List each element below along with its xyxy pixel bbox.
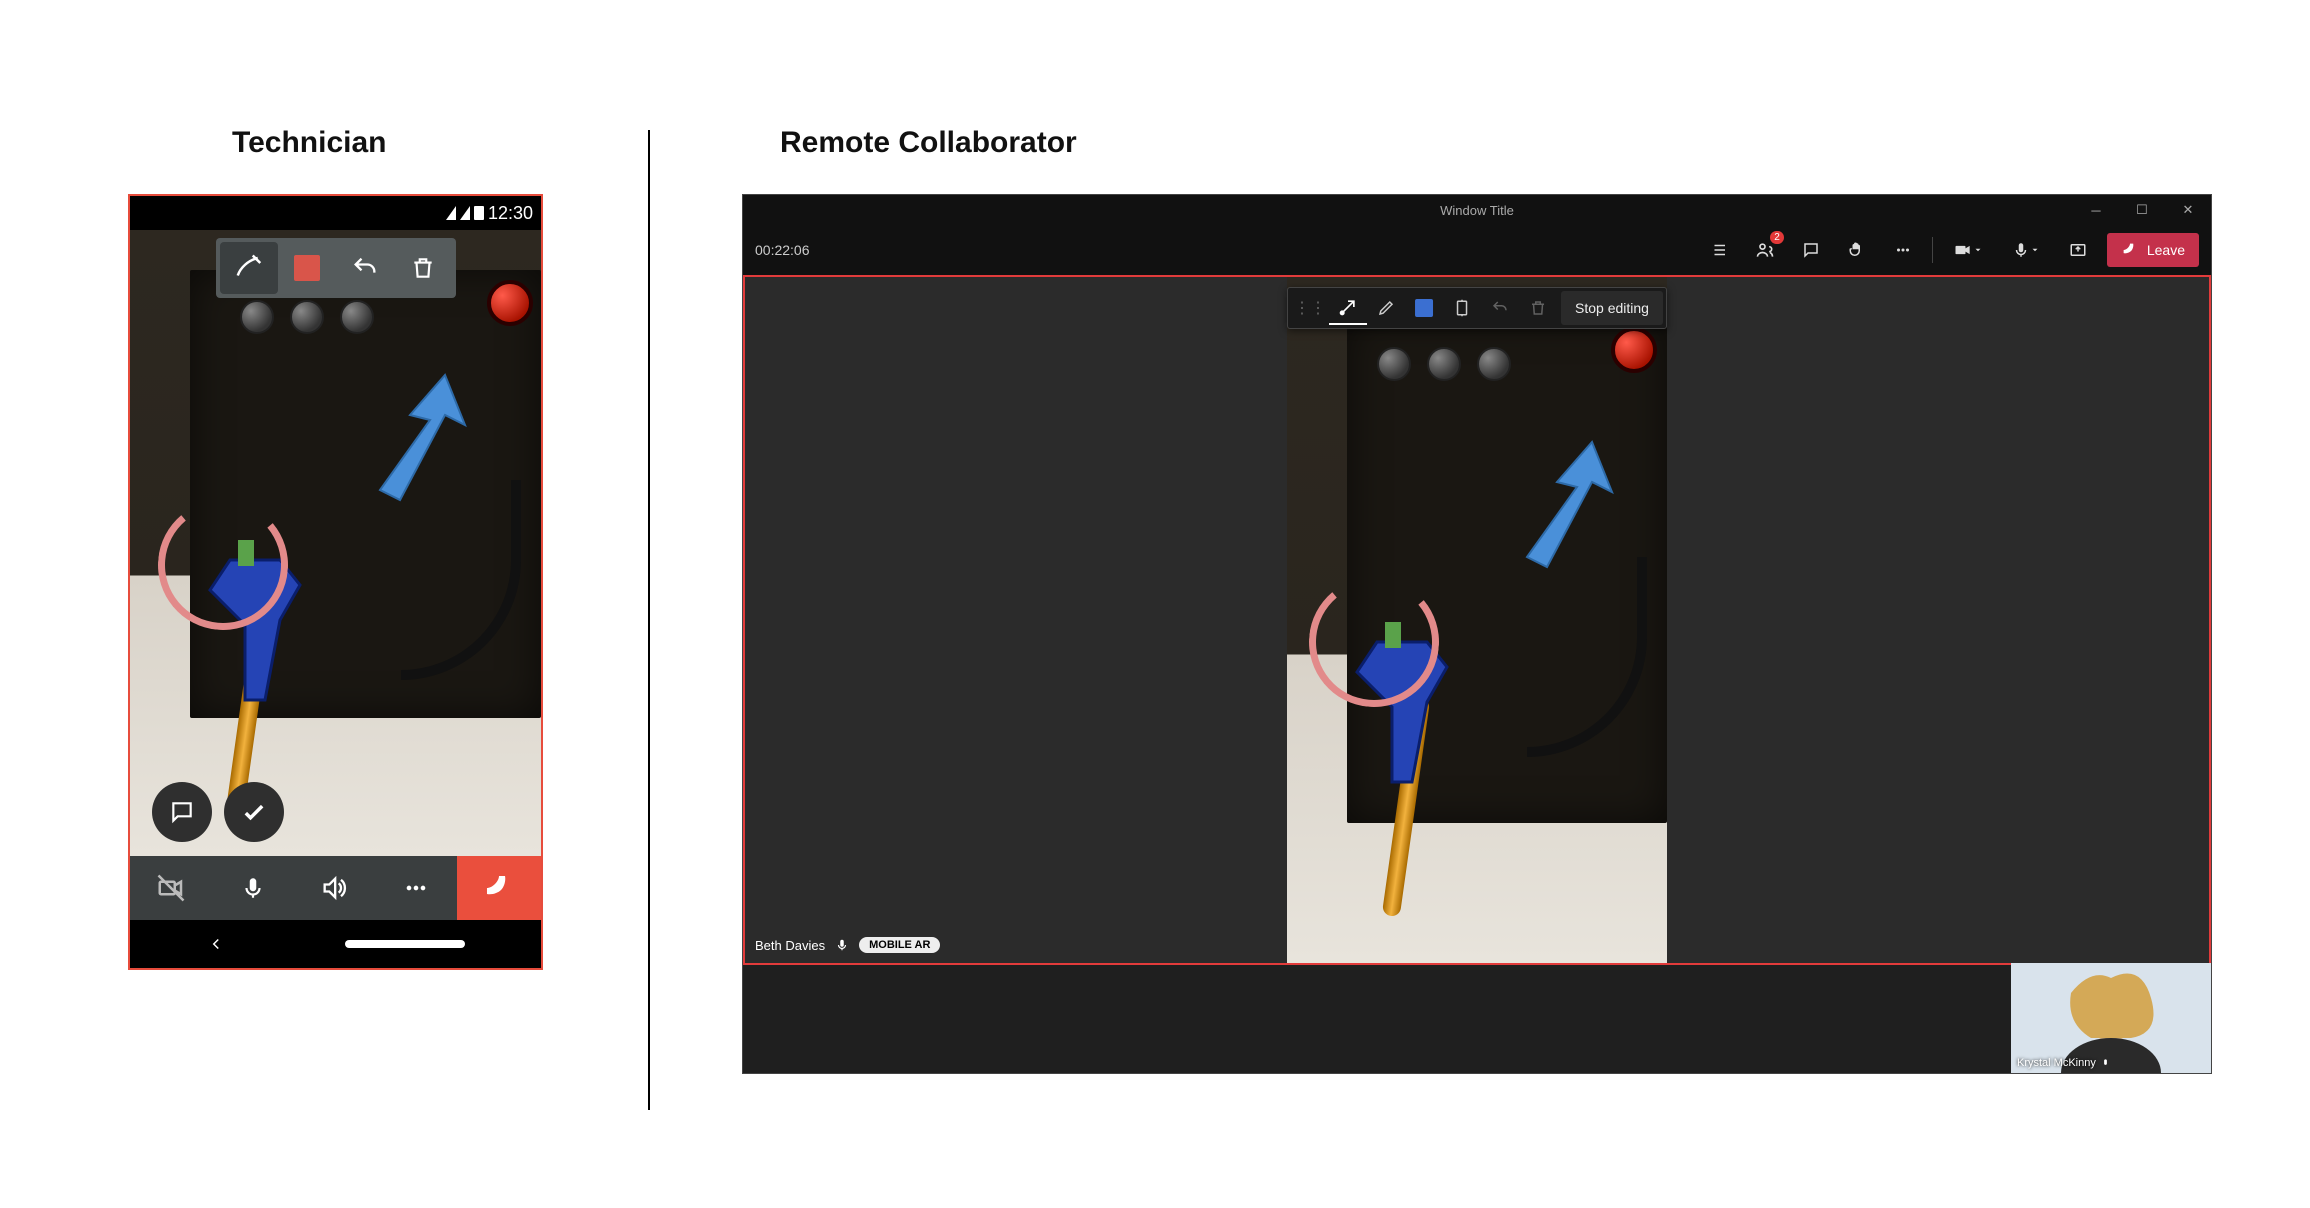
close-button[interactable]: ✕ <box>2165 195 2211 225</box>
drag-handle[interactable]: ⋮⋮ <box>1291 291 1329 325</box>
arrow-annotation <box>1497 427 1647 577</box>
confirm-button[interactable] <box>224 782 284 842</box>
undo-button[interactable] <box>1481 291 1519 325</box>
signal-icon <box>460 206 470 220</box>
leave-label: Leave <box>2147 242 2185 258</box>
collaborator-heading: Remote Collaborator <box>780 126 1077 160</box>
insert-image-button[interactable] <box>1443 291 1481 325</box>
delete-button[interactable] <box>394 242 452 294</box>
presenter-name-tag: Beth Davies MOBILE AR <box>755 937 940 953</box>
arrow-tool-button[interactable] <box>1329 291 1367 325</box>
android-nav-bar <box>130 920 541 968</box>
people-badge: 2 <box>1770 231 1784 244</box>
status-time: 12:30 <box>488 203 533 224</box>
camera-button[interactable] <box>1945 233 1991 267</box>
ink-tool-button[interactable] <box>220 242 278 294</box>
list-icon[interactable] <box>1702 233 1736 267</box>
annotation-toolbar <box>216 238 456 298</box>
pip-name-tag: Krystal McKinny <box>2017 1057 2111 1069</box>
share-button[interactable] <box>2061 233 2095 267</box>
chat-button[interactable] <box>152 782 212 842</box>
more-button[interactable] <box>375 856 457 920</box>
maximize-button[interactable]: ☐ <box>2119 195 2165 225</box>
battery-icon <box>474 206 484 220</box>
minimize-button[interactable]: ─ <box>2073 195 2119 225</box>
camera-feed <box>130 230 541 858</box>
color-swatch <box>294 255 320 281</box>
chat-panel-button[interactable] <box>1794 233 1828 267</box>
more-actions-button[interactable] <box>1886 233 1920 267</box>
mic-icon <box>2100 1058 2111 1069</box>
color-swatch <box>1415 299 1433 317</box>
window-title: Window Title <box>1440 203 1514 218</box>
presenter-name: Beth Davies <box>755 938 825 953</box>
window-titlebar: Window Title ─ ☐ ✕ <box>743 195 2211 225</box>
mic-toggle-button[interactable] <box>212 856 294 920</box>
teams-window: Window Title ─ ☐ ✕ 00:22:06 2 Leave <box>742 194 2212 1074</box>
hang-up-button[interactable] <box>457 856 541 920</box>
signal-icon <box>446 206 456 220</box>
technician-heading: Technician <box>232 126 386 160</box>
shared-content-stage: ⋮⋮ Stop editing Beth Davies <box>743 275 2211 965</box>
mobile-ar-badge: MOBILE AR <box>859 937 940 953</box>
mic-button[interactable] <box>2003 233 2049 267</box>
leave-button[interactable]: Leave <box>2107 233 2199 267</box>
phone-status-bar: 12:30 <box>446 196 541 230</box>
call-timer: 00:22:06 <box>755 242 810 258</box>
pen-tool-button[interactable] <box>1367 291 1405 325</box>
delete-all-button[interactable] <box>1519 291 1557 325</box>
mic-icon <box>835 938 849 952</box>
call-controls-bar <box>130 856 541 920</box>
annotation-edit-toolbar: ⋮⋮ Stop editing <box>1287 287 1667 329</box>
arrow-annotation <box>350 360 500 510</box>
camera-toggle-button[interactable] <box>130 856 212 920</box>
speaker-button[interactable] <box>294 856 376 920</box>
undo-button[interactable] <box>336 242 394 294</box>
people-button[interactable]: 2 <box>1748 233 1782 267</box>
pip-participant-name: Krystal McKinny <box>2017 1057 2096 1069</box>
shared-camera-feed <box>1287 277 1667 963</box>
color-picker-button[interactable] <box>278 242 336 294</box>
stop-editing-button[interactable]: Stop editing <box>1561 291 1663 325</box>
color-button[interactable] <box>1405 291 1443 325</box>
call-toolbar: 00:22:06 2 Leave <box>743 225 2211 275</box>
home-pill[interactable] <box>345 940 465 948</box>
hang-up-icon <box>2121 241 2139 259</box>
section-divider <box>648 130 650 1110</box>
back-icon[interactable] <box>207 935 225 953</box>
self-view-pip[interactable]: Krystal McKinny <box>2011 963 2211 1073</box>
raise-hand-button[interactable] <box>1840 233 1874 267</box>
technician-phone: 12:30 <box>128 194 543 970</box>
